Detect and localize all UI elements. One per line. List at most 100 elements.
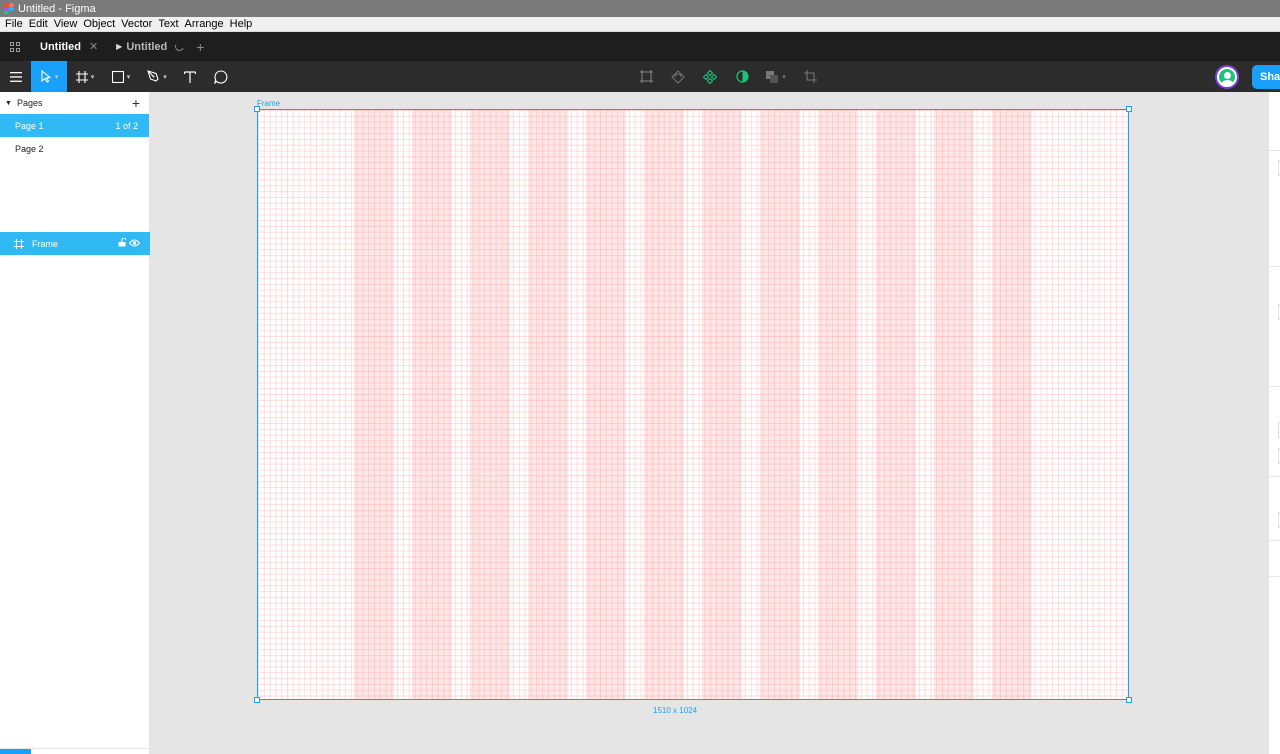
divider: [1269, 540, 1280, 541]
resize-handle-top-left[interactable]: [254, 106, 260, 112]
layout-grid-column: [528, 110, 568, 699]
comment-tool[interactable]: [205, 61, 237, 92]
main-menu-button[interactable]: [0, 61, 31, 92]
frame[interactable]: [254, 106, 1132, 703]
properties-panel: [1268, 92, 1280, 754]
user-avatar[interactable]: [1215, 65, 1239, 89]
toolbar: ▾ ▾ ▾ ▾ ▾ Sha: [0, 61, 1280, 92]
menu-edit[interactable]: Edit: [26, 18, 51, 30]
loading-spinner-icon: [174, 40, 186, 53]
layout-grid-column: [760, 110, 800, 699]
resize-handle-bottom-left[interactable]: [254, 697, 260, 703]
frame-tool[interactable]: ▾: [67, 61, 103, 92]
tab-label: Untitled: [126, 40, 168, 53]
unlock-icon[interactable]: [118, 238, 126, 247]
frame-icon: [75, 70, 88, 83]
layout-grid-column: [876, 110, 916, 699]
text-tool[interactable]: [175, 61, 205, 92]
frame-outline-icon: [639, 70, 653, 83]
user-icon: [1217, 67, 1237, 87]
hamburger-icon: [9, 71, 22, 82]
boolean-tool[interactable]: ▾: [758, 61, 794, 92]
pages-header[interactable]: ▼ Pages +: [0, 92, 149, 114]
layer-item-frame[interactable]: Frame: [0, 232, 150, 255]
component-frame-tool[interactable]: [630, 61, 662, 92]
menu-file[interactable]: File: [2, 18, 26, 30]
frame-dimensions: 1510 x 1024: [653, 706, 698, 715]
move-tool[interactable]: ▾: [31, 61, 67, 92]
chevron-down-icon: ▾: [54, 73, 59, 81]
crop-icon: [803, 70, 817, 83]
crop-tool[interactable]: [794, 61, 826, 92]
layout-grid-column: [354, 110, 394, 699]
layer-label: Frame: [32, 238, 59, 249]
window-title: Untitled - Figma: [18, 2, 96, 15]
tab-label: Untitled: [40, 40, 81, 53]
chevron-down-icon: ▾: [126, 73, 131, 81]
layout-grid-column: [586, 110, 626, 699]
shape-tool[interactable]: ▾: [103, 61, 139, 92]
page-label: Page 1: [15, 120, 44, 131]
caret-down-icon: ▼: [5, 99, 12, 107]
menu-arrange[interactable]: Arrange: [182, 18, 227, 30]
tab-prototype[interactable]: ▶ Untitled: [106, 32, 192, 61]
eye-icon[interactable]: [129, 239, 140, 247]
share-button[interactable]: Share: [1252, 65, 1280, 89]
pen-tool[interactable]: ▾: [139, 61, 175, 92]
close-icon[interactable]: ✕: [89, 40, 98, 53]
resize-handle-top-right[interactable]: [1126, 106, 1132, 112]
layout-grid-column: [470, 110, 510, 699]
page-item-page-1[interactable]: Page 1 1 of 2: [0, 114, 149, 137]
pages-title: Pages: [16, 98, 43, 108]
create-component-button[interactable]: [694, 61, 726, 92]
page-label: Page 2: [15, 143, 44, 154]
tab-bar: Untitled ✕ ▶ Untitled +: [0, 32, 1280, 61]
grid-icon: [10, 41, 20, 52]
menu-object[interactable]: Object: [80, 18, 118, 30]
mask-icon: [671, 69, 685, 84]
layout-grid-column: [934, 110, 974, 699]
rectangle-icon: [111, 70, 124, 83]
window-titlebar: Untitled - Figma: [0, 0, 1280, 17]
menu-help[interactable]: Help: [227, 18, 256, 30]
menu-view[interactable]: View: [51, 18, 81, 30]
tab-untitled[interactable]: Untitled ✕: [30, 32, 106, 61]
active-indicator: [0, 749, 31, 754]
play-icon: ▶: [116, 42, 123, 51]
resize-handle-bottom-right[interactable]: [1126, 697, 1132, 703]
divider: [1269, 576, 1280, 577]
menu-text[interactable]: Text: [155, 18, 181, 30]
union-icon: [766, 70, 779, 83]
home-button[interactable]: [0, 32, 30, 61]
add-page-button[interactable]: +: [132, 95, 140, 111]
frame-icon: [14, 238, 24, 249]
contrast-icon: [735, 70, 749, 83]
page-count: 1 of 2: [115, 120, 138, 131]
menu-bar: File Edit View Object Vector Text Arrang…: [0, 17, 1280, 32]
pen-icon: [147, 70, 159, 82]
layout-grid-column: [702, 110, 742, 699]
frame-title[interactable]: Frame: [257, 99, 280, 108]
text-icon: [184, 70, 196, 83]
page-item-page-2[interactable]: Page 2: [0, 137, 149, 160]
divider: [1269, 150, 1280, 151]
contextual-tools: ▾: [630, 61, 826, 92]
layout-grid-column: [412, 110, 452, 699]
layout-grid-column: [644, 110, 684, 699]
component-icon: [703, 69, 717, 84]
layout-grid-column: [992, 110, 1032, 699]
comment-icon: [214, 69, 228, 84]
chevron-down-icon: ▾: [782, 73, 786, 81]
menu-vector[interactable]: Vector: [118, 18, 155, 30]
new-tab-button[interactable]: +: [196, 39, 204, 55]
chevron-down-icon: ▾: [163, 73, 167, 81]
mask-tool[interactable]: [662, 61, 694, 92]
divider: [1269, 476, 1280, 477]
canvas[interactable]: Frame 1510 x 1024: [151, 92, 1268, 754]
contrast-tool[interactable]: [726, 61, 758, 92]
figma-logo-icon: [4, 3, 14, 14]
cursor-icon: [41, 70, 52, 83]
left-sidebar: ▼ Pages + Page 1 1 of 2 Page 2 Frame: [0, 92, 150, 754]
chevron-down-icon: ▾: [90, 73, 95, 81]
divider: [1269, 386, 1280, 387]
